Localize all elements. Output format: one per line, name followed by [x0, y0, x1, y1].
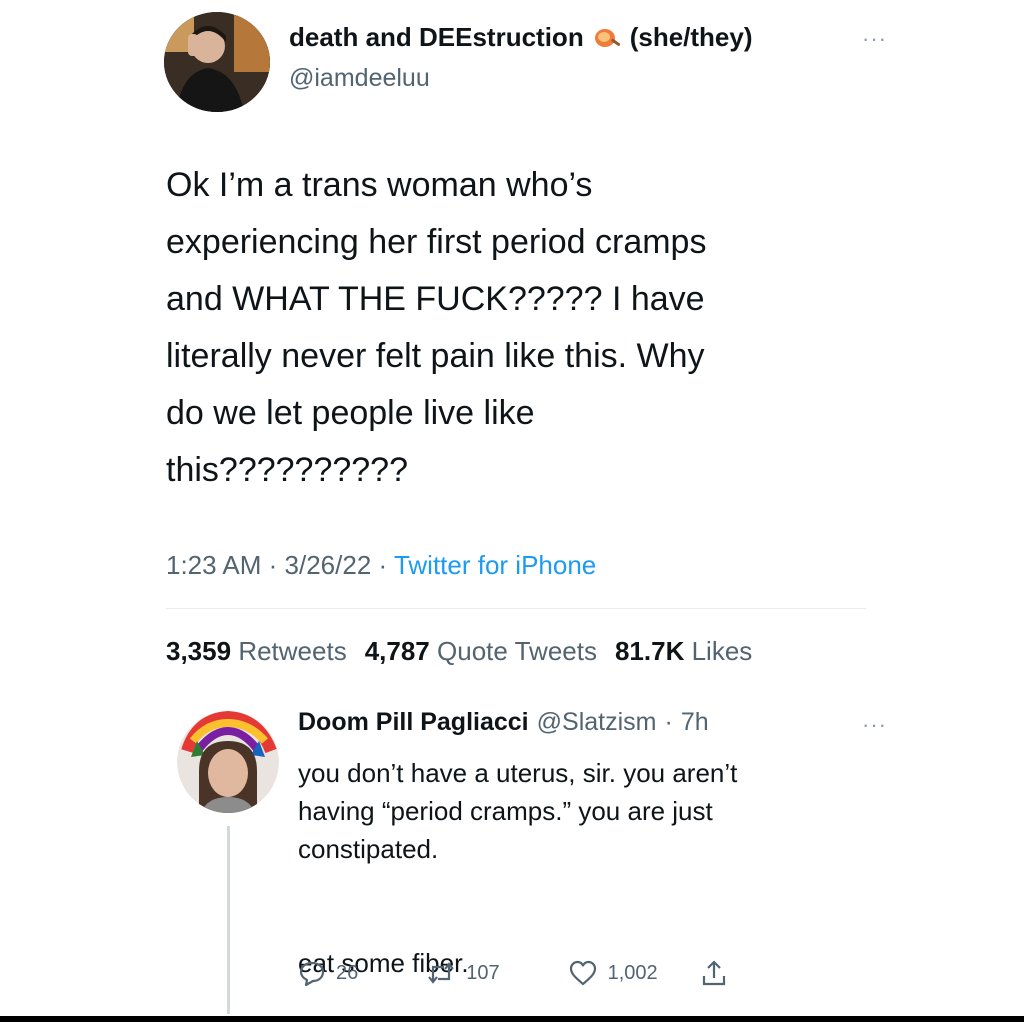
- retweet-button[interactable]: 107: [426, 959, 500, 987]
- likes-count: 81.7K: [614, 636, 685, 666]
- reply-header: Doom Pill Pagliacci @Slatzism · 7h: [298, 708, 709, 737]
- share-button[interactable]: [700, 958, 728, 988]
- bottom-edge: [0, 1016, 1024, 1022]
- reply-avatar[interactable]: [177, 711, 279, 813]
- retweet-icon: [426, 959, 456, 987]
- author-handle[interactable]: @iamdeeluu: [289, 64, 430, 93]
- tweet-stats: 3,359 Retweets 4,787 Quote Tweets 81.7K …: [166, 636, 752, 667]
- like-count: 1,002: [607, 961, 658, 984]
- author-pronouns: (she/they): [629, 22, 753, 52]
- quote-tweets-label: Quote Tweets: [437, 636, 597, 666]
- reply-actions: 26 107 1,002: [298, 958, 728, 988]
- quote-tweets-count: 4,787: [364, 636, 430, 666]
- author-avatar[interactable]: [164, 12, 270, 112]
- author-display-name[interactable]: death and DEEstruction: [289, 22, 584, 53]
- tweet-time[interactable]: 1:23 AM: [166, 550, 261, 580]
- likes-label: Likes: [691, 636, 753, 666]
- reply-text: you don’t have a uterus, sir. you aren’t…: [298, 758, 738, 978]
- ellipsis-icon[interactable]: ···: [862, 712, 887, 738]
- like-button[interactable]: 1,002: [568, 959, 658, 987]
- flame-icon: [592, 25, 622, 51]
- divider: [166, 608, 866, 609]
- retweets-count: 3,359: [166, 636, 232, 666]
- likes-stat[interactable]: 81.7K Likes: [615, 636, 752, 667]
- thread-line: [227, 826, 230, 1014]
- tweet-date[interactable]: 3/26/22: [285, 550, 372, 580]
- heart-icon: [568, 959, 598, 987]
- retweet-count: 107: [466, 961, 500, 984]
- reply-button[interactable]: 26: [298, 959, 358, 987]
- retweets-label: Retweets: [238, 636, 347, 666]
- reply-count: 26: [336, 961, 359, 984]
- avatar-photo: [177, 711, 279, 813]
- tweet-source-link[interactable]: Twitter for iPhone: [394, 550, 596, 580]
- comment-icon: [298, 959, 326, 987]
- author-name-row: death and DEEstruction (she/they): [289, 22, 753, 53]
- share-icon: [700, 958, 728, 988]
- avatar-photo: [164, 12, 270, 112]
- reply-timestamp[interactable]: 7h: [681, 708, 709, 737]
- tweet-meta: 1:23 AM · 3/26/22 · Twitter for iPhone: [166, 550, 597, 580]
- tweet-text: Ok I’m a trans woman who’s experiencing …: [166, 166, 707, 489]
- retweets-stat[interactable]: 3,359 Retweets: [166, 636, 347, 667]
- reply-handle[interactable]: @Slatzism: [537, 708, 657, 737]
- ellipsis-icon[interactable]: ···: [862, 26, 887, 52]
- reply-display-name[interactable]: Doom Pill Pagliacci: [298, 708, 529, 737]
- quote-tweets-stat[interactable]: 4,787 Quote Tweets: [365, 636, 597, 667]
